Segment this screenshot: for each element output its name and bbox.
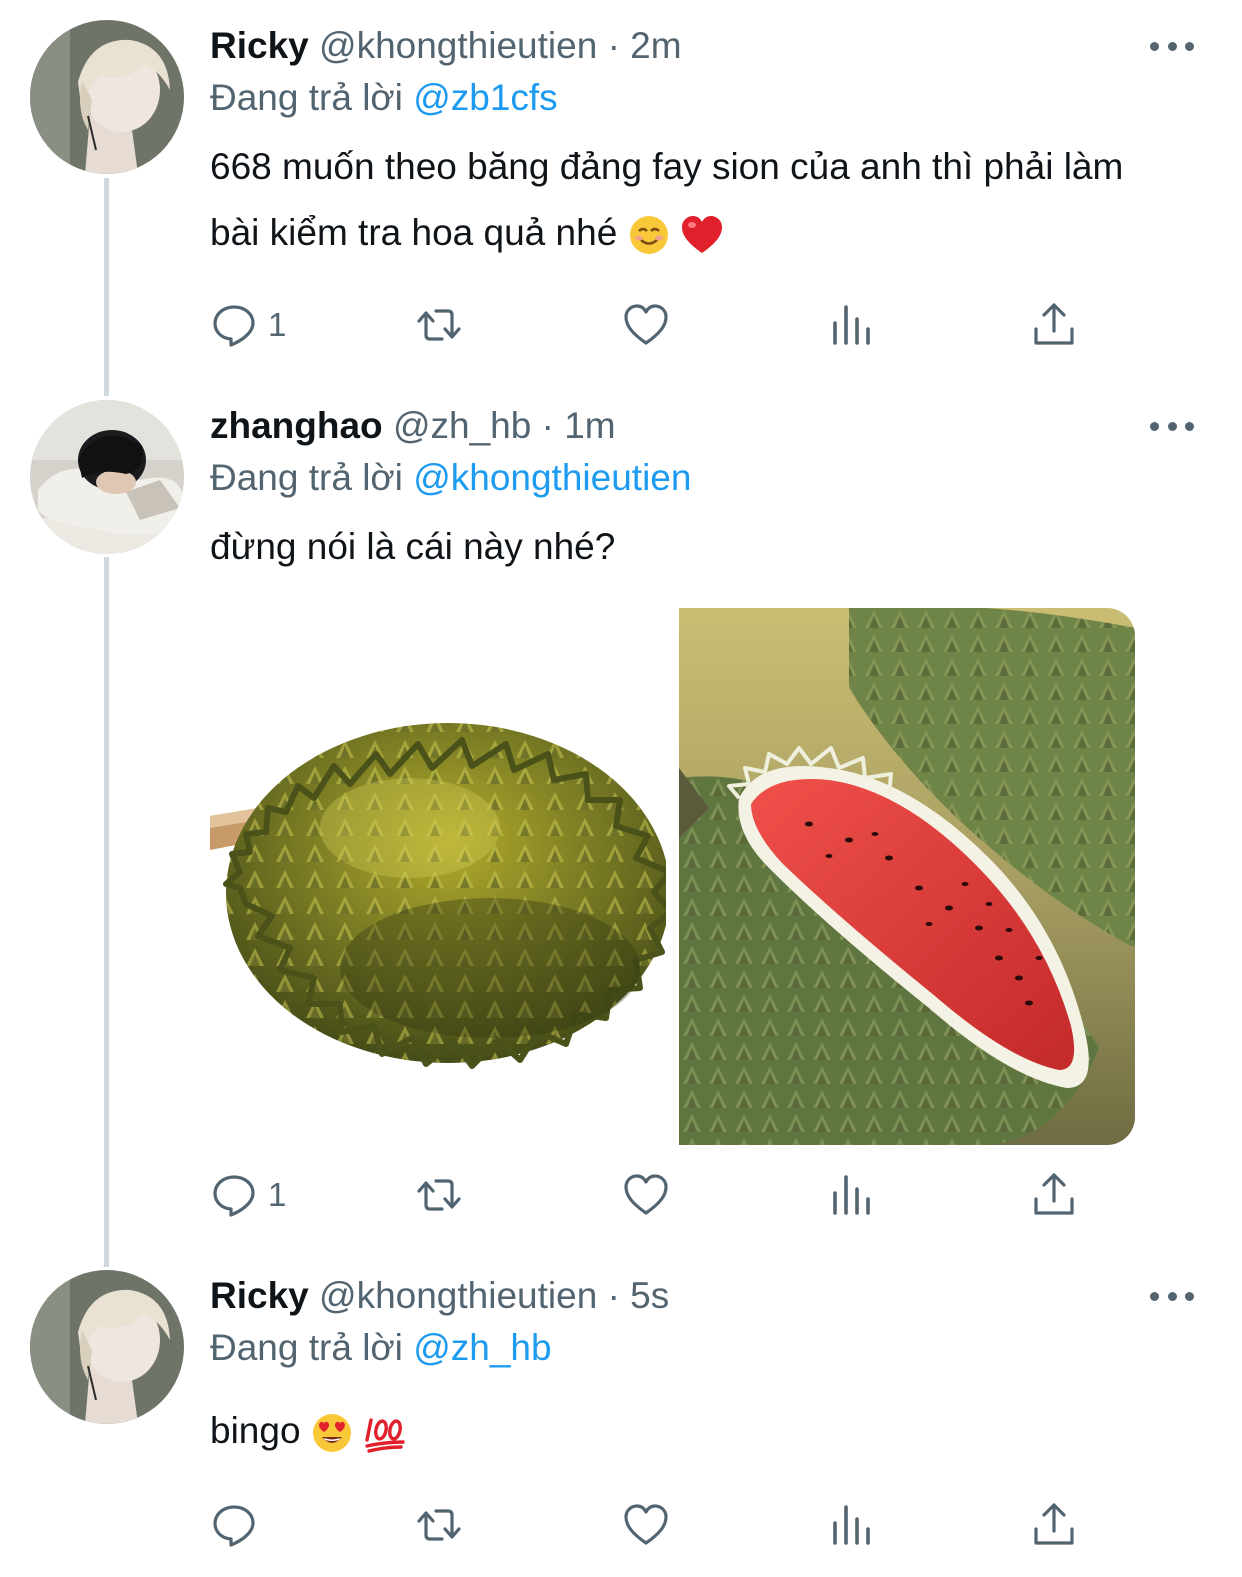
display-name[interactable]: zhanghao: [210, 405, 383, 446]
reply-count: 1: [268, 1176, 287, 1213]
more-icon[interactable]: [1150, 1286, 1194, 1306]
media-grid: [210, 608, 1135, 1145]
avatar[interactable]: [30, 400, 184, 554]
red-heart-emoji-icon: [681, 216, 722, 254]
tweet[interactable]: Ricky @khongthieutien · 5s Đang trả lời …: [0, 1250, 1242, 1577]
tweet-text-content: bingo: [210, 1410, 301, 1451]
smiling-face-emoji-icon: [629, 216, 668, 255]
views-button[interactable]: [827, 300, 875, 350]
user-handle[interactable]: @zh_hb: [393, 405, 531, 446]
views-button[interactable]: [827, 1500, 875, 1550]
avatar[interactable]: [30, 1270, 184, 1424]
replying-to-label: Đang trả lời: [210, 457, 403, 498]
heart-eyes-emoji-icon: [312, 1414, 351, 1453]
tweet[interactable]: Ricky @khongthieutien · 2m Đang trả lời …: [0, 0, 1242, 380]
views-button[interactable]: [827, 1170, 875, 1220]
user-handle[interactable]: @khongthieutien: [319, 1275, 597, 1316]
reply-icon: [213, 1175, 255, 1217]
retweet-button[interactable]: [415, 1500, 463, 1550]
tweet[interactable]: zhanghao @zh_hb · 1m Đang trả lời @khong…: [0, 380, 1242, 1250]
share-icon: [1034, 1173, 1074, 1215]
heart-icon: [624, 304, 668, 345]
media-image-durian-watermelon[interactable]: [679, 608, 1135, 1145]
tweet-text: bingo: [210, 1398, 1170, 1464]
watermelon-durian-image: [679, 608, 1135, 1145]
durian-image: [210, 608, 666, 1145]
hundred-points-emoji-icon: [365, 1418, 405, 1453]
heart-icon: [624, 1174, 668, 1215]
share-button[interactable]: [1030, 1170, 1078, 1220]
retweet-icon: [417, 309, 461, 341]
share-button[interactable]: [1030, 300, 1078, 350]
avatar-image: [30, 400, 184, 554]
avatar[interactable]: [30, 20, 184, 174]
analytics-icon: [833, 305, 870, 345]
analytics-icon: [833, 1175, 870, 1215]
separator-dot: ·: [607, 1275, 620, 1316]
reply-mention-link[interactable]: @khongthieutien: [413, 457, 691, 498]
media-image-durian[interactable]: [210, 608, 666, 1145]
reply-count: 1: [268, 306, 287, 343]
replying-to-label: Đang trả lời: [210, 77, 403, 118]
reply-button[interactable]: 1: [210, 300, 286, 350]
timestamp[interactable]: 1m: [564, 405, 615, 446]
more-icon[interactable]: [1150, 36, 1194, 56]
analytics-icon: [833, 1505, 870, 1545]
reply-icon: [213, 1505, 255, 1547]
separator-dot: ·: [607, 25, 620, 66]
retweet-icon: [417, 1179, 461, 1211]
like-button[interactable]: [622, 1500, 670, 1550]
share-icon: [1034, 1503, 1074, 1545]
reply-mention-link[interactable]: @zb1cfs: [413, 77, 558, 118]
retweet-button[interactable]: [415, 1170, 463, 1220]
user-handle[interactable]: @khongthieutien: [319, 25, 597, 66]
share-icon: [1034, 303, 1074, 345]
display-name[interactable]: Ricky: [210, 25, 309, 66]
tweet-text-content: đừng nói là cái này nhé?: [210, 526, 616, 567]
reply-mention-link[interactable]: @zh_hb: [413, 1327, 551, 1368]
retweet-button[interactable]: [415, 300, 463, 350]
like-button[interactable]: [622, 1170, 670, 1220]
avatar-image: [30, 20, 184, 174]
tweet-text: 668 muốn theo băng đảng fay sion của anh…: [210, 134, 1170, 266]
timestamp[interactable]: 5s: [630, 1275, 669, 1316]
heart-icon: [624, 1504, 668, 1545]
reply-icon: [213, 305, 255, 347]
reply-button[interactable]: 1: [210, 1170, 286, 1220]
tweet-text: đừng nói là cái này nhé?: [210, 514, 1170, 580]
share-button[interactable]: [1030, 1500, 1078, 1550]
reply-button[interactable]: [210, 1500, 268, 1550]
retweet-icon: [417, 1509, 461, 1541]
timestamp[interactable]: 2m: [630, 25, 681, 66]
display-name[interactable]: Ricky: [210, 1275, 309, 1316]
replying-to-label: Đang trả lời: [210, 1327, 403, 1368]
separator-dot: ·: [541, 405, 554, 446]
avatar-image: [30, 1270, 184, 1424]
more-icon[interactable]: [1150, 416, 1194, 436]
like-button[interactable]: [622, 300, 670, 350]
